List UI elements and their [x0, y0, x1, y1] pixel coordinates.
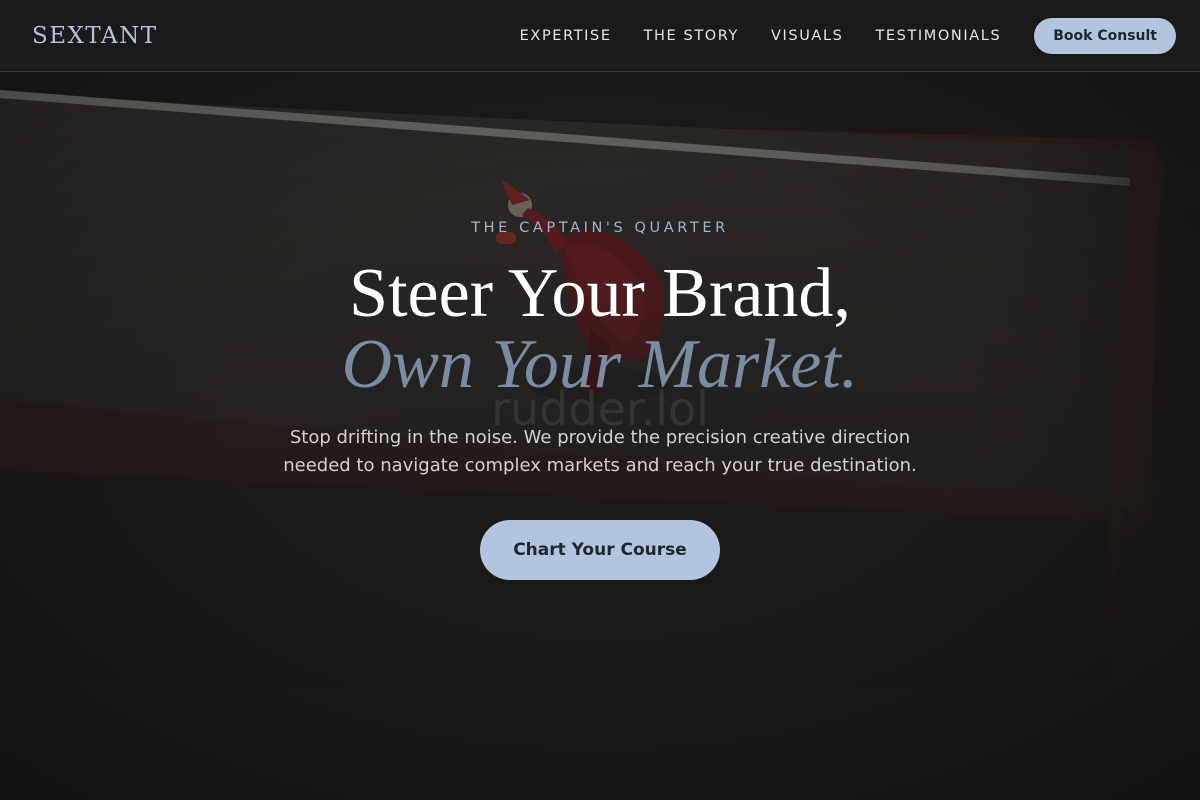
hero-section: rudder.lol THE CAPTAIN'S QUARTER Steer Y… [0, 0, 1200, 800]
nav-link-testimonials[interactable]: TESTIMONIALS [875, 28, 1001, 44]
hero-eyebrow: THE CAPTAIN'S QUARTER [471, 220, 729, 236]
nav-link-expertise[interactable]: EXPERTISE [520, 28, 612, 44]
book-consult-button[interactable]: Book Consult [1034, 17, 1176, 54]
top-navigation: SEXTANT EXPERTISE THE STORY VISUALS TEST… [0, 0, 1200, 72]
nav-link-the-story[interactable]: THE STORY [644, 28, 739, 44]
nav-link-visuals[interactable]: VISUALS [771, 28, 843, 44]
chart-your-course-button[interactable]: Chart Your Course [480, 520, 720, 580]
nav-links: EXPERTISE THE STORY VISUALS TESTIMONIALS… [488, 17, 1176, 54]
hero-headline-primary: Steer Your Brand, [349, 255, 851, 332]
brand-logo[interactable]: SEXTANT [32, 23, 158, 49]
hero-headline-secondary: Own Your Market. [341, 326, 859, 403]
hero-subtitle: Stop drifting in the noise. We provide t… [283, 427, 917, 476]
